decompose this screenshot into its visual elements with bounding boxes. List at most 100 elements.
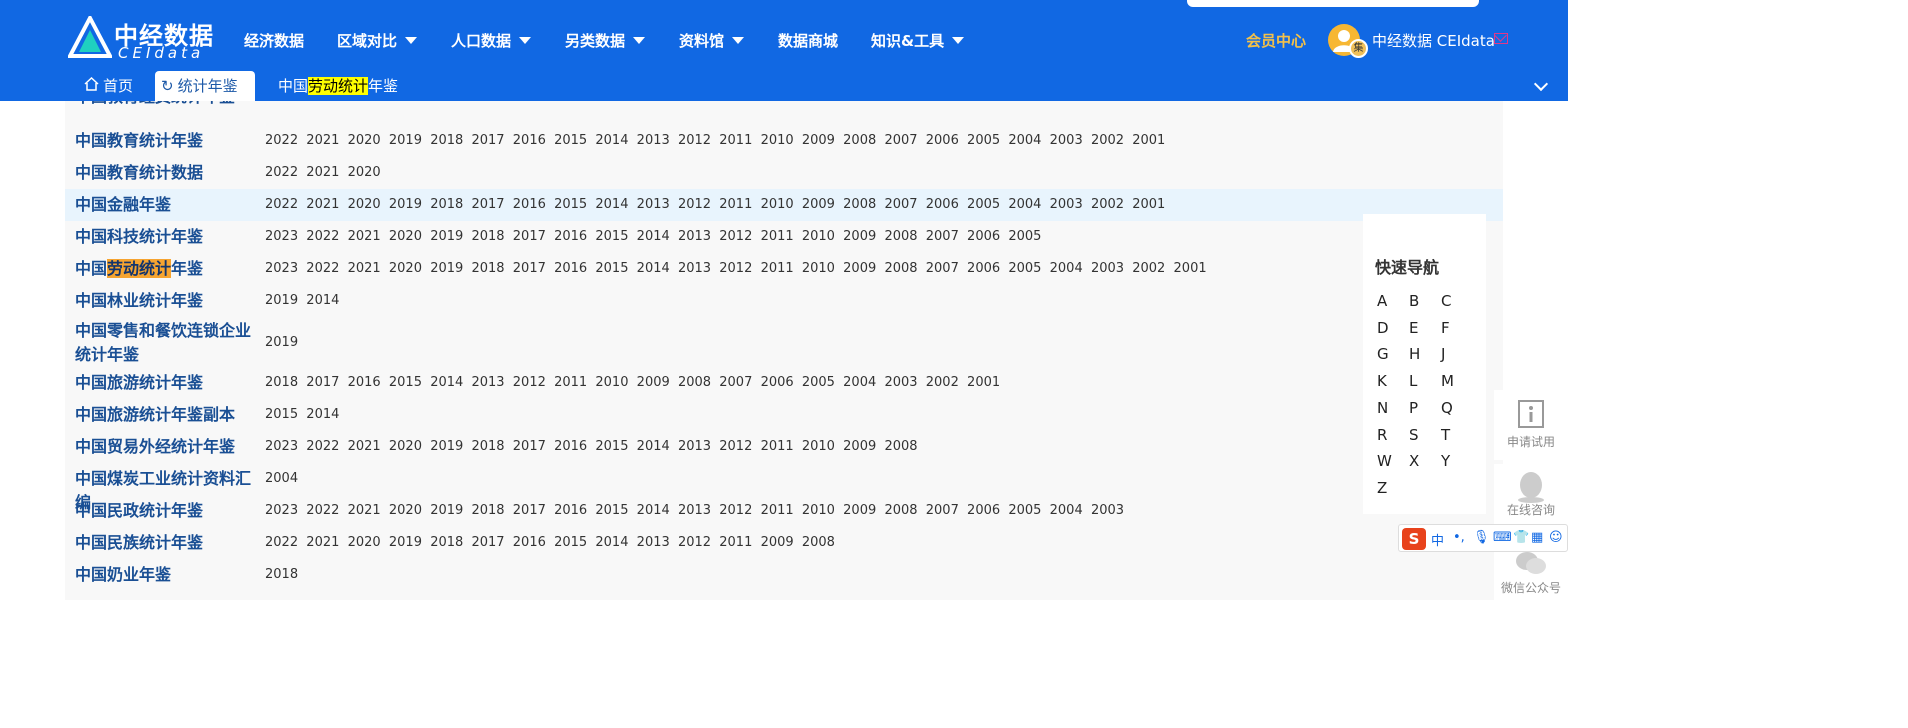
year-link[interactable]: 2019: [265, 335, 306, 350]
year-link[interactable]: 2010: [802, 229, 843, 244]
year-link[interactable]: 2018: [471, 503, 512, 518]
year-link[interactable]: 2009: [802, 133, 843, 148]
year-link[interactable]: 2007: [719, 375, 760, 390]
year-link[interactable]: 2009: [802, 197, 843, 212]
year-link[interactable]: 2022: [306, 229, 347, 244]
year-link[interactable]: 2011: [761, 439, 802, 454]
quick-nav-letter[interactable]: Z: [1377, 479, 1387, 497]
year-link[interactable]: 2011: [761, 503, 802, 518]
year-link[interactable]: 2003: [884, 375, 925, 390]
emoji-icon[interactable]: ☺: [1549, 530, 1563, 545]
year-link[interactable]: 2011: [554, 375, 595, 390]
quick-nav-letter[interactable]: H: [1409, 345, 1420, 363]
year-link[interactable]: 2003: [1050, 133, 1091, 148]
year-link[interactable]: 2020: [348, 535, 389, 550]
year-link[interactable]: 2017: [513, 261, 554, 276]
year-link[interactable]: 2019: [430, 503, 471, 518]
year-link[interactable]: 2010: [595, 375, 636, 390]
year-link[interactable]: 2006: [967, 261, 1008, 276]
quick-nav-letter[interactable]: W: [1377, 452, 1392, 470]
year-link[interactable]: 2022: [306, 261, 347, 276]
year-link[interactable]: 2023: [265, 503, 306, 518]
nav-economic-data[interactable]: 经济数据: [244, 30, 304, 51]
year-link[interactable]: 2005: [1008, 261, 1049, 276]
year-link[interactable]: 2022: [306, 503, 347, 518]
year-link[interactable]: 2011: [719, 197, 760, 212]
year-link[interactable]: 2015: [554, 197, 595, 212]
year-link[interactable]: 2008: [843, 197, 884, 212]
year-link[interactable]: 2019: [389, 535, 430, 550]
year-link[interactable]: 2021: [306, 133, 347, 148]
year-link[interactable]: 2014: [595, 133, 636, 148]
year-link[interactable]: 2012: [719, 229, 760, 244]
quick-nav-letter[interactable]: F: [1441, 319, 1450, 337]
chevron-down-icon[interactable]: [1533, 76, 1549, 92]
year-link[interactable]: 2014: [637, 261, 678, 276]
year-link[interactable]: 2015: [265, 407, 306, 422]
year-link[interactable]: 2015: [554, 535, 595, 550]
year-link[interactable]: 2004: [265, 471, 306, 486]
year-link[interactable]: 2008: [884, 261, 925, 276]
year-link[interactable]: 2014: [595, 535, 636, 550]
apply-trial-button[interactable]: 申请试用: [1494, 390, 1568, 460]
year-link[interactable]: 2018: [471, 261, 512, 276]
ime-toolbar[interactable]: S 中 •, 🎙 ⌨ 👕 ▦ ☺: [1398, 524, 1568, 552]
year-link[interactable]: 2011: [761, 261, 802, 276]
member-center-link[interactable]: 会员中心: [1246, 30, 1306, 51]
quick-nav-letter[interactable]: C: [1441, 292, 1451, 310]
year-link[interactable]: 2012: [678, 197, 719, 212]
ime-punct-icon[interactable]: •,: [1453, 530, 1465, 545]
yearbook-title-link[interactable]: 中国林业统计年鉴: [75, 289, 265, 313]
year-link[interactable]: 2014: [637, 503, 678, 518]
year-link[interactable]: 2019: [430, 439, 471, 454]
year-link[interactable]: 2021: [306, 165, 347, 180]
year-link[interactable]: 2017: [471, 535, 512, 550]
year-link[interactable]: 2017: [513, 229, 554, 244]
nav-data-store[interactable]: 数据商城: [778, 30, 838, 51]
yearbook-title-link[interactable]: 中国教育统计年鉴: [75, 129, 265, 153]
year-link[interactable]: 2013: [471, 375, 512, 390]
nav-regional-compare[interactable]: 区域对比: [337, 30, 418, 51]
quick-nav-letter[interactable]: L: [1409, 372, 1417, 390]
year-link[interactable]: 2006: [926, 197, 967, 212]
yearbook-title-link[interactable]: 中国金融年鉴: [75, 193, 265, 217]
year-link[interactable]: 2004: [1008, 197, 1049, 212]
quick-nav-letter[interactable]: D: [1377, 319, 1389, 337]
year-link[interactable]: 2019: [430, 261, 471, 276]
year-link[interactable]: 2013: [678, 439, 719, 454]
year-link[interactable]: 2002: [1091, 133, 1132, 148]
year-link[interactable]: 2020: [389, 261, 430, 276]
year-link[interactable]: 2021: [348, 229, 389, 244]
year-link[interactable]: 2005: [1008, 229, 1049, 244]
quick-nav-letter[interactable]: A: [1377, 292, 1387, 310]
year-link[interactable]: 2014: [306, 407, 347, 422]
year-link[interactable]: 2018: [430, 133, 471, 148]
year-link[interactable]: 2018: [471, 229, 512, 244]
year-link[interactable]: 2005: [967, 133, 1008, 148]
yearbook-title-link[interactable]: 中国零售和餐饮连锁企业统计年鉴: [75, 319, 265, 367]
year-link[interactable]: 2018: [265, 375, 306, 390]
year-link[interactable]: 2017: [513, 503, 554, 518]
year-link[interactable]: 2015: [595, 503, 636, 518]
yearbook-title-link[interactable]: 中国民族统计年鉴: [75, 531, 265, 555]
year-link[interactable]: 2012: [678, 133, 719, 148]
year-link[interactable]: 2005: [802, 375, 843, 390]
nav-population-data[interactable]: 人口数据: [451, 30, 532, 51]
quick-nav-letter[interactable]: R: [1377, 426, 1387, 444]
year-link[interactable]: 2008: [884, 439, 925, 454]
nav-alternative-data[interactable]: 另类数据: [565, 30, 646, 51]
year-link[interactable]: 2010: [802, 439, 843, 454]
microphone-icon[interactable]: 🎙: [1473, 530, 1490, 545]
year-link[interactable]: 2019: [265, 293, 306, 308]
year-link[interactable]: 2012: [513, 375, 554, 390]
year-link[interactable]: 2002: [1132, 261, 1173, 276]
year-link[interactable]: 2022: [265, 197, 306, 212]
quick-nav-letter[interactable]: J: [1441, 345, 1445, 363]
year-link[interactable]: 2005: [967, 197, 1008, 212]
year-link[interactable]: 2004: [1050, 503, 1091, 518]
wechat-official-button[interactable]: 微信公众号: [1494, 548, 1568, 600]
year-link[interactable]: 2012: [719, 503, 760, 518]
ceidata-logo[interactable]: 中经数据 CEIdata: [68, 14, 218, 64]
quick-nav-letter[interactable]: T: [1441, 426, 1450, 444]
year-link[interactable]: 2021: [306, 197, 347, 212]
